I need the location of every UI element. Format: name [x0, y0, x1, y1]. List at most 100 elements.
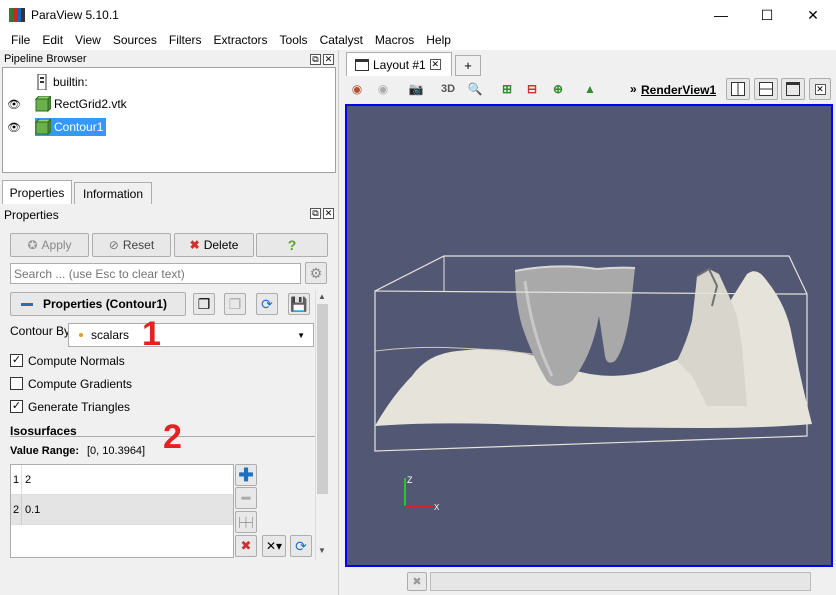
row-value[interactable]: 0.1	[25, 504, 40, 516]
split-horizontal-icon[interactable]	[726, 78, 750, 100]
generate-triangles-label: Generate Triangles	[28, 400, 131, 414]
table-row[interactable]: 2 0.1	[11, 495, 233, 525]
gear-icon[interactable]: ⚙	[305, 262, 327, 284]
menu-help[interactable]: Help	[419, 30, 456, 50]
window-title: ParaView 5.10.1	[31, 8, 119, 22]
contour-by-label: Contour By	[10, 324, 71, 338]
pipeline-item-label: builtin:	[53, 75, 88, 89]
close-window-button[interactable]: ✕	[790, 0, 836, 30]
tab-properties[interactable]: Properties	[2, 180, 72, 204]
zoom-to-data-icon[interactable]: 🔍	[465, 79, 485, 99]
help-button[interactable]: ?	[256, 233, 328, 257]
add-value-icon[interactable]: ✚	[235, 464, 257, 486]
maximize-view-icon[interactable]	[781, 78, 805, 100]
properties-title: Properties	[4, 208, 59, 222]
compute-gradients-label: Compute Gradients	[28, 377, 133, 391]
render-view-label[interactable]: RenderView1	[641, 83, 716, 97]
chevron-more-icon[interactable]: »	[630, 82, 637, 96]
refresh-icon[interactable]: ⟳	[256, 293, 278, 315]
server-icon	[37, 74, 47, 90]
clear-values-icon[interactable]: ✖	[235, 535, 257, 557]
contour-render-scene: Z X	[374, 255, 812, 512]
menu-filters[interactable]: Filters	[162, 30, 207, 50]
value-range-label: Value Range:	[10, 445, 80, 457]
select-cells-icon[interactable]: ⊞	[497, 79, 517, 99]
close-tab-icon[interactable]: ✕	[429, 59, 441, 70]
properties-section-toggle[interactable]: Properties (Contour1)	[10, 292, 186, 316]
menu-file[interactable]: File	[4, 30, 35, 50]
reset-range-icon[interactable]: ⟳	[290, 535, 312, 557]
progress-bar	[430, 572, 811, 591]
splitter[interactable]	[338, 50, 339, 595]
eye-icon[interactable]: 👁	[7, 98, 21, 111]
search-input[interactable]	[10, 263, 301, 284]
table-row[interactable]: 1 2	[11, 465, 233, 495]
minimize-button[interactable]: —	[698, 0, 744, 30]
compute-normals-checkbox[interactable]: ✓	[10, 354, 23, 367]
pipeline-tree: builtin: 👁 RectGrid2.vtk 👁 Contour1	[2, 67, 336, 173]
apply-icon: ✪	[27, 238, 38, 252]
generate-triangles-checkbox[interactable]: ✓	[10, 400, 23, 413]
undock-icon[interactable]: ⧉	[310, 54, 321, 65]
close-view-icon[interactable]: ✕	[809, 78, 831, 100]
pipeline-browser-title: Pipeline Browser	[4, 53, 87, 65]
add-layout-tab-button[interactable]: +	[455, 55, 481, 76]
delete-button[interactable]: ✖ Delete	[174, 233, 254, 257]
close-panel-icon[interactable]: ✕	[323, 54, 334, 65]
clear-progress-icon[interactable]: ✖	[407, 572, 427, 591]
menu-extractors[interactable]: Extractors	[207, 30, 273, 50]
tab-layout-1[interactable]: Layout #1 ✕	[346, 52, 452, 76]
compute-gradients-checkbox[interactable]	[10, 377, 23, 390]
pipeline-item-rectgrid[interactable]: 👁 RectGrid2.vtk	[7, 94, 127, 114]
row-value[interactable]: 2	[25, 474, 31, 486]
menu-view[interactable]: View	[68, 30, 106, 50]
interactive-select-icon[interactable]: ▲	[580, 79, 600, 99]
paste-icon[interactable]: ❐	[224, 293, 246, 315]
pipeline-item-contour1[interactable]: 👁 Contour1	[7, 117, 107, 137]
chevron-down-icon: ▼	[297, 331, 305, 340]
remove-all-dropdown-icon[interactable]: ✕▾	[262, 535, 286, 557]
tab-information[interactable]: Information	[74, 182, 152, 204]
camera-redo-icon[interactable]: ◉	[373, 79, 393, 99]
toggle-3d-button[interactable]: 3D	[438, 79, 458, 99]
save-icon[interactable]: 💾	[288, 293, 310, 315]
render-viewport[interactable]: Z X	[345, 104, 833, 567]
menu-tools[interactable]: Tools	[273, 30, 313, 50]
reset-icon: ⊘	[108, 238, 119, 252]
split-vertical-icon[interactable]	[754, 78, 778, 100]
reset-button[interactable]: ⊘ Reset	[92, 233, 171, 257]
value-range-value: [0, 10.3964]	[87, 445, 146, 457]
undock-icon[interactable]: ⧉	[310, 208, 321, 219]
menu-macros[interactable]: Macros	[368, 30, 419, 50]
eye-icon[interactable]: 👁	[7, 121, 21, 134]
close-panel-icon[interactable]: ✕	[323, 208, 334, 219]
deselect-icon[interactable]: ⊟	[522, 79, 542, 99]
grow-selection-icon[interactable]: ⊕	[548, 79, 568, 99]
capture-screenshot-icon[interactable]: 📷	[406, 79, 426, 99]
filter-cube-icon	[35, 119, 51, 135]
menu-bar: File Edit View Sources Filters Extractor…	[0, 30, 836, 50]
remove-value-icon[interactable]: ━	[235, 487, 257, 509]
row-index: 2	[13, 504, 20, 516]
collapse-minus-icon	[21, 302, 33, 306]
copy-icon[interactable]: ❐	[193, 293, 215, 315]
selected-highlight: Contour1	[35, 118, 107, 136]
pipeline-item-builtin[interactable]: builtin:	[37, 72, 88, 92]
contour-by-value: scalars	[91, 328, 130, 342]
range-values-icon[interactable]: ├┼┤	[235, 511, 257, 533]
pipeline-item-label: Contour1	[54, 120, 104, 134]
properties-scrollbar[interactable]: ▲ ▼	[315, 290, 328, 560]
row-index: 1	[13, 474, 20, 486]
maximize-button[interactable]: ☐	[744, 0, 790, 30]
contour-by-dropdown[interactable]: scalars ▼	[68, 323, 314, 347]
menu-sources[interactable]: Sources	[106, 30, 162, 50]
menu-edit[interactable]: Edit	[35, 30, 68, 50]
menu-catalyst[interactable]: Catalyst	[313, 30, 368, 50]
pipeline-item-label: RectGrid2.vtk	[54, 97, 127, 111]
paraview-logo-icon	[9, 8, 25, 22]
delete-x-icon: ✖	[189, 238, 200, 252]
title-bar: ParaView 5.10.1 — ☐ ✕	[0, 0, 836, 30]
apply-button[interactable]: ✪ Apply	[10, 233, 89, 257]
dataset-cube-icon	[35, 96, 51, 112]
camera-undo-icon[interactable]: ◉	[347, 79, 367, 99]
